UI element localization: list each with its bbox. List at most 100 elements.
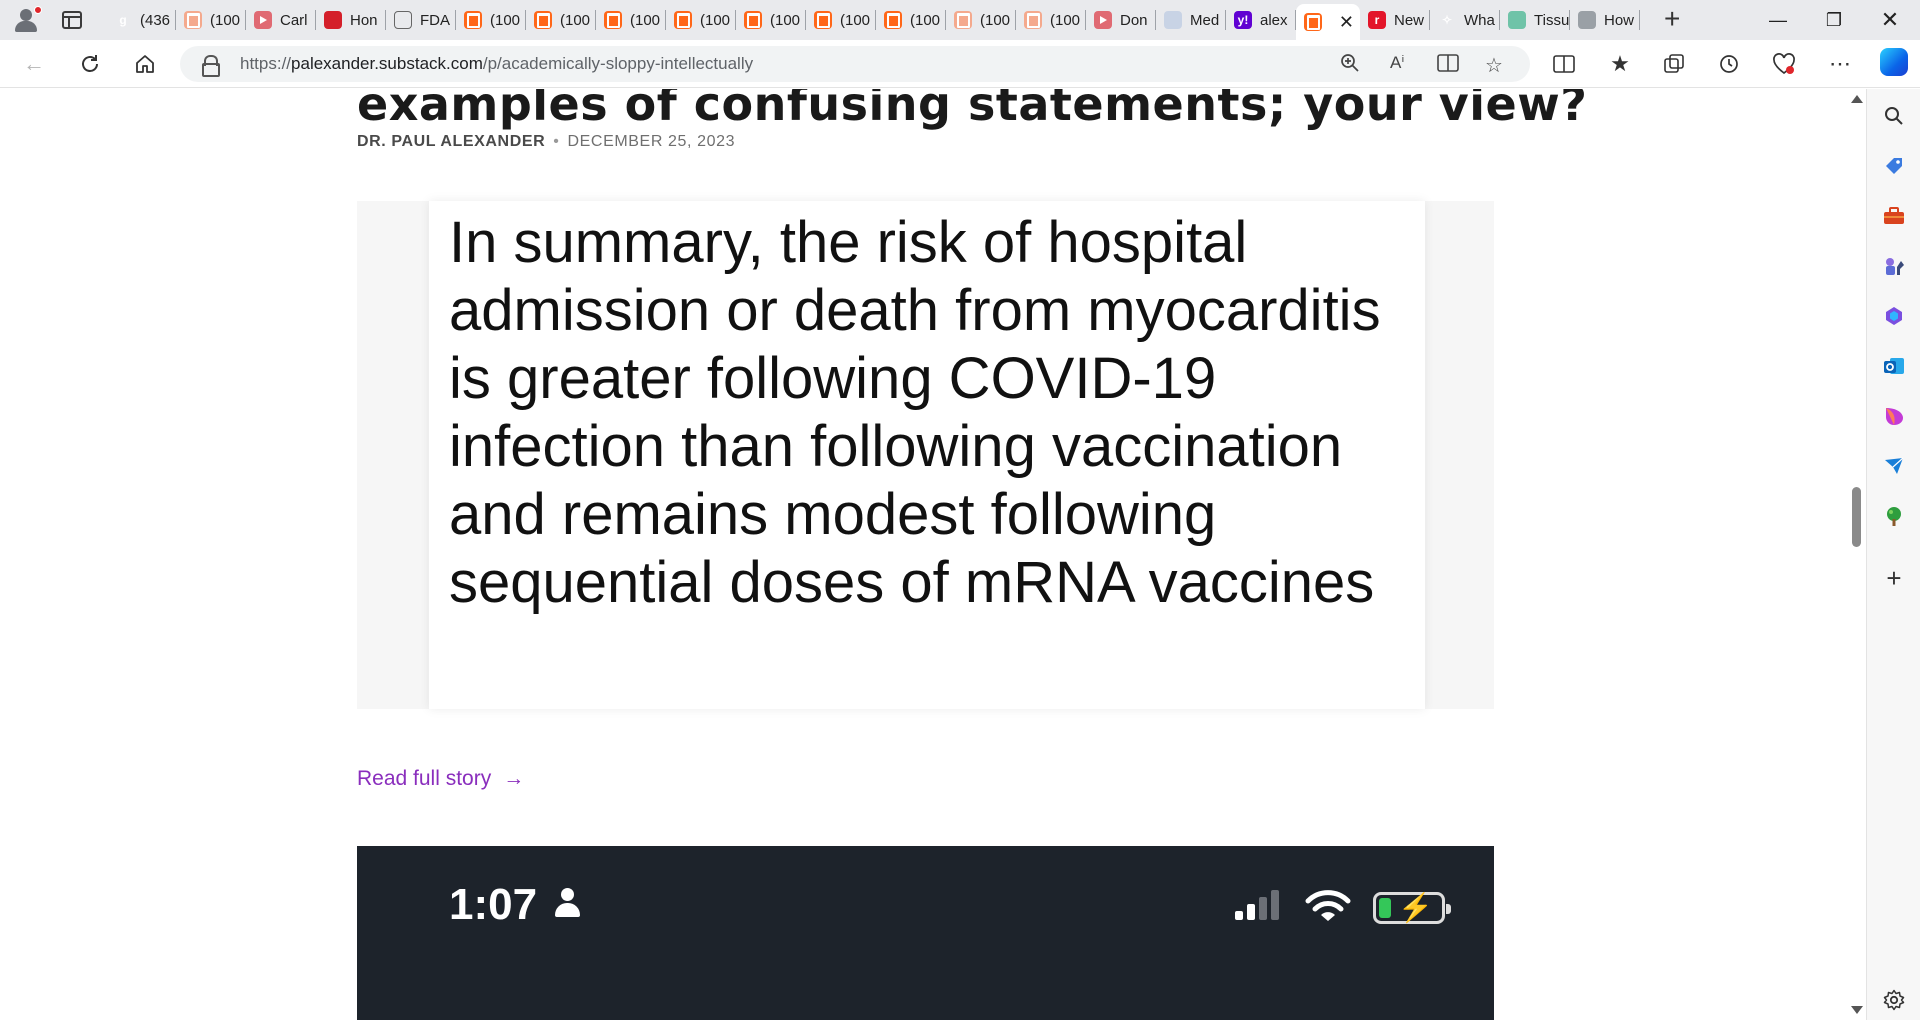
sidebar-tools-icon[interactable] [1883,205,1905,227]
tab-title: (100 [210,11,241,29]
new-tab-button[interactable]: + [1664,5,1680,33]
browser-tab[interactable]: FDA [386,0,456,40]
lock-icon[interactable] [202,55,220,77]
quote-line: admission or death from myocarditis [449,278,1381,343]
tab-list: g (436 (100 Carl Hon FDA (100 (100 (100 (100 (100 (… [106,0,1640,40]
tab-title: (100 [840,11,871,29]
browser-tab[interactable]: (100 [176,0,246,40]
person-icon [553,888,581,920]
tab-title: (100 [490,11,521,29]
sidebar-send-icon[interactable] [1883,455,1905,477]
quote-line: In summary, the risk of hospital [449,210,1248,275]
sidebar-add-icon[interactable]: + [1883,563,1905,593]
browser-tab[interactable]: (100 [806,0,876,40]
favorite-star-icon[interactable]: ☆ [1485,53,1503,78]
wifi-icon [1305,890,1351,921]
browser-tab[interactable]: ✧ Wha [1430,0,1500,40]
browser-tab[interactable]: (100 [456,0,526,40]
browser-tab[interactable]: (100 [596,0,666,40]
browser-tab[interactable]: (100 [876,0,946,40]
sidebar-microsoft365-icon[interactable] [1883,305,1905,327]
substack-icon [744,11,762,29]
g-icon: g [119,13,127,27]
sidebar-games-icon[interactable] [1883,255,1905,277]
tab-title: How [1604,11,1635,29]
read-aloud-icon[interactable]: Aⁱ [1390,53,1404,73]
substack-icon [814,11,832,29]
cell-signal-icon [1235,890,1287,920]
honey-icon [324,11,342,29]
tab-title: (100 [1050,11,1081,29]
tab-active[interactable]: ✕ [1296,4,1360,40]
author-name[interactable]: DR. PAUL ALEXANDER [357,133,545,150]
close-window-button[interactable]: ✕ [1862,0,1918,40]
browser-tab[interactable]: How [1570,0,1640,40]
browser-tab[interactable]: Don [1086,0,1156,40]
tab-title: (100 [910,11,941,29]
substack-icon [954,11,972,29]
browser-tab[interactable]: (100 [1016,0,1086,40]
browser-tab[interactable]: Med [1156,0,1226,40]
browser-tab[interactable]: Tissu [1500,0,1570,40]
read-full-story-link[interactable]: Read full story → [357,767,524,791]
sidebar-tree-icon[interactable] [1883,505,1905,527]
minimize-button[interactable]: — [1750,0,1806,40]
immersive-reader-icon[interactable] [1437,53,1459,79]
tab-title: New [1394,11,1425,29]
browser-tab[interactable]: (100 [946,0,1016,40]
globe-icon [1578,11,1596,29]
address-toolbar: ← https://palexander.substack.com/p/acad… [0,40,1920,88]
sidebar-designer-icon[interactable] [1883,405,1905,427]
url-text[interactable]: https://palexander.substack.com/p/academ… [240,54,753,74]
scroll-up-icon[interactable] [1851,95,1863,103]
tab-title: (100 [980,11,1011,29]
split-screen-icon[interactable] [1550,50,1578,78]
substack-icon [1024,11,1042,29]
browser-tab[interactable]: g (436 [106,0,176,40]
refresh-icon[interactable] [76,50,104,78]
favorites-icon[interactable]: ★ [1606,50,1634,78]
tab-title: (100 [560,11,591,29]
collections-icon[interactable] [1660,50,1688,78]
browser-tab[interactable]: Hon [316,0,386,40]
profile-avatar-icon[interactable] [12,6,42,34]
zoom-icon[interactable] [1340,53,1360,79]
battery-charging-icon: ⚡ [1373,892,1451,924]
quote-line: infection than following vaccination [449,414,1343,479]
browser-tab[interactable]: r New [1360,0,1430,40]
page-scrollbar[interactable] [1846,89,1866,1020]
tab-strip: g (436 (100 Carl Hon FDA (100 (100 (100 (100 (100 (… [0,0,1920,40]
phone-time: 1:07 [449,880,538,929]
more-menu-icon[interactable]: ⋯ [1826,50,1854,78]
sidebar-search-icon[interactable] [1883,105,1905,127]
sidebar-outlook-icon[interactable] [1883,355,1905,377]
browser-tab[interactable]: y! alex [1226,0,1296,40]
history-icon[interactable] [1715,50,1743,78]
scroll-down-icon[interactable] [1851,1006,1863,1014]
browser-tab[interactable]: (100 [666,0,736,40]
close-tab-icon[interactable]: ✕ [1339,12,1354,33]
browser-essentials-icon[interactable] [1770,50,1798,78]
scroll-thumb[interactable] [1852,487,1861,547]
back-icon[interactable]: ← [20,50,48,78]
sparkle-icon: ✧ [1441,13,1453,27]
copilot-icon[interactable] [1880,48,1908,76]
home-icon[interactable] [131,50,159,78]
sidebar-shopping-tag-icon[interactable] [1883,155,1905,177]
sidebar-settings-gear-icon[interactable] [1883,989,1905,1011]
substack-icon [184,11,202,29]
phone-screenshot-image: 1:07 ⚡ [357,846,1494,1020]
tab-actions-icon[interactable] [62,11,82,29]
browser-tab[interactable]: Carl [246,0,316,40]
arrow-right-icon: → [503,767,525,790]
quote-card: In summary, the risk of hospital admissi… [429,201,1425,709]
post-date: DECEMBER 25, 2023 [567,133,736,150]
quote-line: sequential doses of mRNA vaccines [449,550,1375,615]
youtube-icon [1094,11,1112,29]
browser-tab[interactable]: (100 [736,0,806,40]
tab-title: (100 [700,11,731,29]
browser-tab[interactable]: (100 [526,0,596,40]
restore-button[interactable]: ❐ [1806,0,1862,40]
address-bar[interactable]: https://palexander.substack.com/p/academ… [180,46,1530,82]
tab-title: Tissu [1534,11,1570,29]
